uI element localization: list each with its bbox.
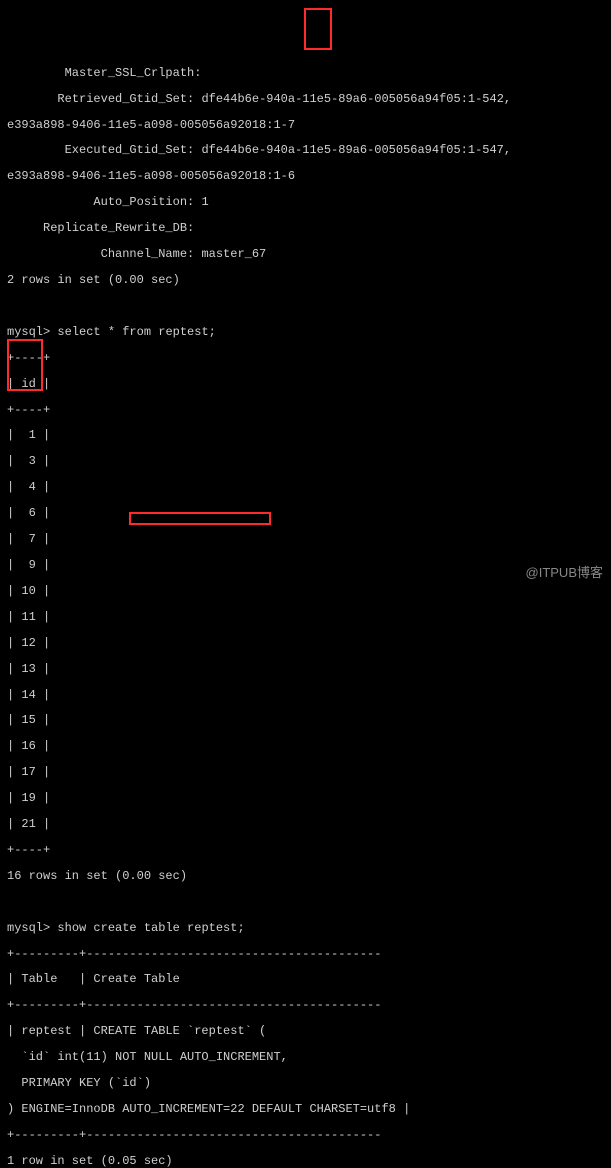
table-row: | 12 | bbox=[7, 637, 611, 650]
table-row: | 16 | bbox=[7, 740, 611, 753]
table-row: | 17 | bbox=[7, 766, 611, 779]
status-line: e393a898-9406-11e5-a098-005056a92018:1-7 bbox=[7, 119, 611, 132]
result-line: 2 rows in set (0.00 sec) bbox=[7, 274, 611, 287]
result-line: 1 row in set (0.05 sec) bbox=[7, 1155, 611, 1168]
status-line: Replicate_Rewrite_DB: bbox=[7, 222, 611, 235]
table-row: | 11 | bbox=[7, 611, 611, 624]
table-row: | 10 | bbox=[7, 585, 611, 598]
table-row: | 7 | bbox=[7, 533, 611, 546]
table-row: | 15 | bbox=[7, 714, 611, 727]
status-line: Retrieved_Gtid_Set: dfe44b6e-940a-11e5-8… bbox=[7, 93, 611, 106]
table-border: +---------+-----------------------------… bbox=[7, 948, 611, 961]
table-row: `id` int(11) NOT NULL AUTO_INCREMENT, bbox=[7, 1051, 611, 1064]
table-row: | reptest | CREATE TABLE `reptest` ( bbox=[7, 1025, 611, 1038]
table-border: +----+ bbox=[7, 352, 611, 365]
status-line: e393a898-9406-11e5-a098-005056a92018:1-6 bbox=[7, 170, 611, 183]
table-border: +----+ bbox=[7, 404, 611, 417]
table-row: ) ENGINE=InnoDB AUTO_INCREMENT=22 DEFAUL… bbox=[7, 1103, 611, 1116]
terminal-output: Master_SSL_Crlpath: Retrieved_Gtid_Set: … bbox=[7, 54, 611, 1168]
table-row: | 6 | bbox=[7, 507, 611, 520]
status-line: Executed_Gtid_Set: dfe44b6e-940a-11e5-89… bbox=[7, 144, 611, 157]
status-line: Master_SSL_Crlpath: bbox=[7, 67, 611, 80]
table-row: | 14 | bbox=[7, 689, 611, 702]
table-row: | 1 | bbox=[7, 429, 611, 442]
table-border: +---------+-----------------------------… bbox=[7, 999, 611, 1012]
table-header: | Table | Create Table bbox=[7, 973, 611, 986]
table-border: +----+ bbox=[7, 844, 611, 857]
result-line: 16 rows in set (0.00 sec) bbox=[7, 870, 611, 883]
table-header: | id | bbox=[7, 378, 611, 391]
highlight-box bbox=[304, 8, 332, 50]
table-row: | 19 | bbox=[7, 792, 611, 805]
watermark: @ITPUB博客 bbox=[526, 566, 603, 580]
status-line: Channel_Name: master_67 bbox=[7, 248, 611, 261]
table-row: | 21 | bbox=[7, 818, 611, 831]
table-row: | 4 | bbox=[7, 481, 611, 494]
sql-query: mysql> show create table reptest; bbox=[7, 922, 611, 935]
status-line: Auto_Position: 1 bbox=[7, 196, 611, 209]
table-row: PRIMARY KEY (`id`) bbox=[7, 1077, 611, 1090]
table-border: +---------+-----------------------------… bbox=[7, 1129, 611, 1142]
sql-query: mysql> select * from reptest; bbox=[7, 326, 611, 339]
table-row: | 13 | bbox=[7, 663, 611, 676]
table-row: | 3 | bbox=[7, 455, 611, 468]
table-row: | 9 | bbox=[7, 559, 611, 572]
